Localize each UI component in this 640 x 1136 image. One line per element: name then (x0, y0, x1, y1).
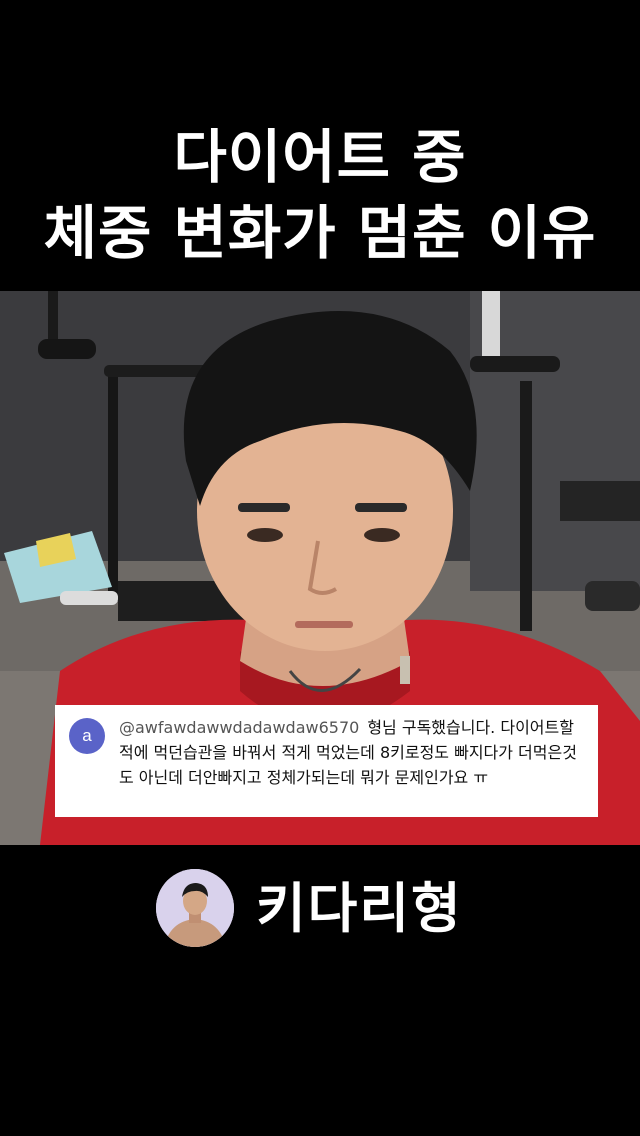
comment-card: a @awfawdawwdadawdaw6570 형님 구독했습니다. 다이어트할… (55, 705, 598, 817)
shorts-frame: 다이어트 중 체중 변화가 멈춘 이유 a @awfawdawwdadawdaw… (0, 0, 640, 1136)
channel-avatar-illustration (156, 869, 234, 947)
comment-body: @awfawdawwdadawdaw6570 형님 구독했습니다. 다이어트할적에… (119, 715, 584, 790)
video-title-line-2: 체중 변화가 멈춘 이유 (43, 199, 597, 267)
commenter-avatar: a (69, 718, 105, 754)
channel-badge[interactable]: 키다리형 (156, 868, 463, 948)
comment-username: @awfawdawwdadawdaw6570 (119, 718, 360, 737)
channel-avatar[interactable] (156, 869, 234, 947)
channel-name[interactable]: 키다리형 (256, 873, 463, 943)
video-title-line-1: 다이어트 중 (173, 123, 467, 191)
